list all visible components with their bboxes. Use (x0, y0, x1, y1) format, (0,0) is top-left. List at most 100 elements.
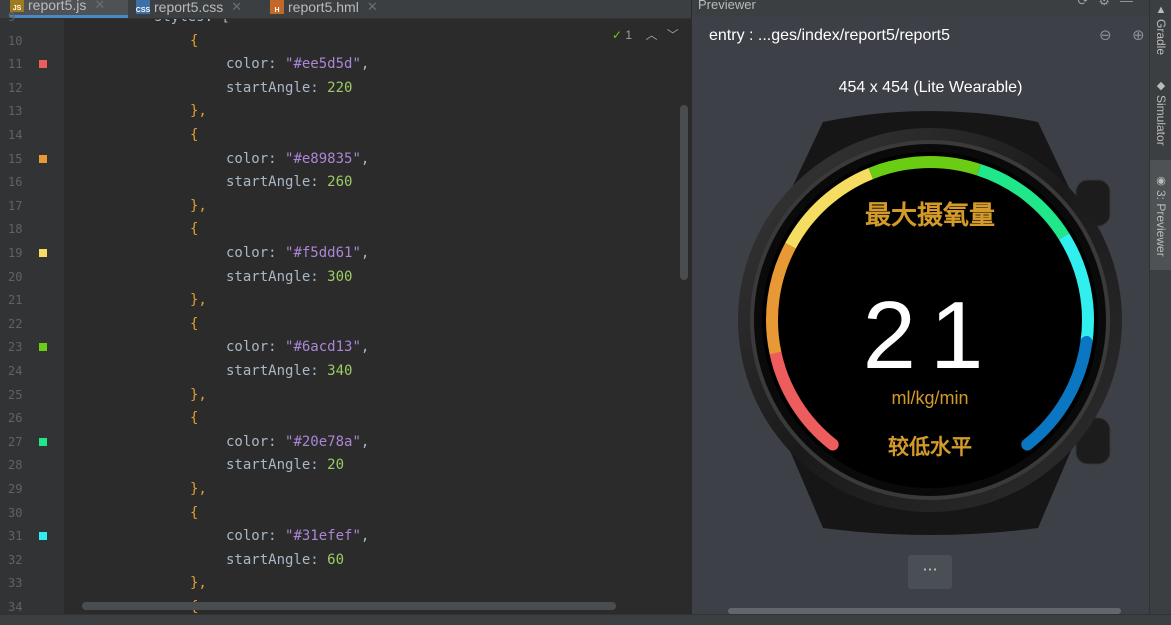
check-icon: ✓ (612, 28, 623, 42)
code-line: styles: [ (154, 19, 230, 29)
code-line: { (190, 504, 199, 521)
code-line: startAngle: 340 (226, 363, 353, 379)
chevron-up-icon[interactable]: ︿ (645, 28, 657, 42)
tab-simulator[interactable]: ◆ Simulator (1150, 72, 1171, 152)
code-line: }, (190, 575, 207, 592)
editor-vertical-scrollbar[interactable] (680, 105, 688, 280)
color-swatch[interactable] (39, 249, 47, 257)
code-key: color (226, 528, 269, 545)
code-line: { (190, 315, 199, 332)
tab-label: report5.js (28, 0, 87, 13)
color-swatch[interactable] (39, 532, 47, 541)
line-number: 22 (8, 316, 23, 331)
code-key: color (226, 245, 269, 261)
code-key: color (226, 339, 269, 356)
line-number: 28 (8, 458, 23, 473)
code-line: { (190, 32, 199, 49)
code-key: startAngle (226, 174, 311, 191)
line-number: 9 (8, 10, 16, 24)
line-number: 20 (8, 269, 23, 284)
code-key: color (226, 150, 269, 167)
html-file-icon: H (270, 0, 284, 14)
chevron-down-icon[interactable]: ﹀ (667, 28, 679, 42)
right-tool-strip: ▲ Gradle ◆ Simulator ◉ 3: Previewer (1149, 0, 1171, 614)
line-number: 11 (8, 57, 23, 72)
line-number: 12 (8, 80, 23, 95)
tab-report5-css[interactable]: CSS report5.css ✕ (136, 0, 256, 18)
code-number: 340 (327, 363, 353, 379)
code-key: startAngle (226, 551, 311, 568)
color-swatch[interactable] (39, 60, 47, 69)
zoom-out-icon[interactable]: ⊖ (1099, 26, 1112, 44)
line-number: 31 (8, 529, 23, 544)
refresh-icon[interactable]: ⟳ (1077, 0, 1098, 8)
code-line: startAngle: 300 (226, 268, 353, 285)
code-line: }, (190, 197, 207, 214)
code-line: color: "#6acd13", (226, 339, 370, 356)
color-swatch[interactable] (39, 343, 47, 352)
code-line: { (190, 127, 199, 143)
code-line: startAngle: 260 (226, 174, 353, 191)
code-key: color (226, 56, 269, 73)
editor-horizontal-scrollbar[interactable] (82, 602, 616, 610)
code-line: startAngle: 60 (226, 551, 345, 568)
code-number: 220 (327, 79, 353, 96)
code-number: 60 (327, 551, 345, 568)
code-line: startAngle: 20 (226, 457, 345, 474)
code-line: }, (190, 292, 207, 309)
line-number: 10 (8, 33, 23, 48)
color-swatch[interactable] (39, 154, 47, 163)
close-icon[interactable]: ✕ (231, 0, 242, 15)
more-options-button[interactable]: ··· (908, 555, 952, 589)
code-number: 300 (327, 268, 353, 285)
line-number: 33 (8, 576, 23, 591)
code-key: startAngle (226, 79, 311, 96)
entry-bar: entry : ...ges/index/report5/report5 ⊖ ⊕ (692, 17, 1149, 53)
code-string: "#f5dd61" (285, 245, 361, 261)
code-text: styles: [ (154, 19, 230, 25)
line-number: 18 (8, 222, 23, 237)
previewer-title-bar: Previewer ⟳⚙— (692, 0, 1149, 16)
tab-gradle[interactable]: ▲ Gradle (1150, 0, 1171, 60)
tab-report5-hml[interactable]: H report5.hml ✕ (270, 0, 390, 18)
eye-icon: ◉ (1154, 173, 1167, 187)
zoom-in-icon[interactable]: ⊕ (1132, 26, 1145, 44)
line-number: 30 (8, 505, 23, 520)
code-line: color: "#20e78a", (226, 433, 370, 450)
gear-icon[interactable]: ⚙ (1098, 0, 1120, 8)
line-number-gutter: 9 10 11 12 13 14 15 16 17 18 19 20 21 22 23 24 25 26 27 28 2… (0, 10, 75, 614)
line-number: 16 (8, 175, 23, 190)
code-line: startAngle: 220 (226, 79, 353, 96)
code-string: "#e89835" (285, 150, 361, 167)
inspection-indicator[interactable]: ✓ 1 ︿ ﹀ (612, 26, 679, 43)
code-line: }, (190, 103, 207, 120)
tab-label: report5.css (154, 0, 224, 15)
status-bar (0, 614, 1171, 625)
code-number: 260 (327, 174, 353, 191)
minimize-icon[interactable]: — (1120, 0, 1143, 8)
line-number: 13 (8, 104, 23, 119)
tab-label: report5.hml (288, 0, 359, 15)
line-number: 29 (8, 482, 23, 496)
previewer-title: Previewer (698, 0, 756, 12)
code-key: startAngle (226, 363, 311, 379)
previewer-toolbar: ⟳⚙— (1077, 0, 1143, 8)
code-line: color: "#31efef", (226, 528, 370, 545)
code-string: "#6acd13" (285, 339, 361, 356)
close-icon[interactable]: ✕ (94, 0, 105, 13)
close-icon[interactable]: ✕ (367, 0, 378, 15)
elephant-icon: ▲ (1155, 4, 1167, 17)
color-swatch[interactable] (39, 437, 47, 446)
code-string: "#20e78a" (285, 433, 361, 450)
watch-heading: 最大摄氧量 (865, 201, 995, 231)
code-line: color: "#ee5d5d", (226, 56, 370, 73)
code-line: { (190, 410, 199, 427)
line-number: 24 (8, 364, 23, 378)
code-line: color: "#f5dd61", (226, 245, 370, 261)
code-key: startAngle (226, 268, 311, 285)
line-number: 21 (8, 293, 23, 308)
watch-preview[interactable]: 最大摄氧量 21 ml/kg/min 较低水平 (738, 106, 1130, 536)
tab-previewer[interactable]: ◉ 3: Previewer (1150, 160, 1171, 270)
code-number: 20 (327, 457, 345, 474)
code-editor[interactable]: styles: [ { color: "#ee5d5d", startAngle: 2… (64, 19, 691, 614)
